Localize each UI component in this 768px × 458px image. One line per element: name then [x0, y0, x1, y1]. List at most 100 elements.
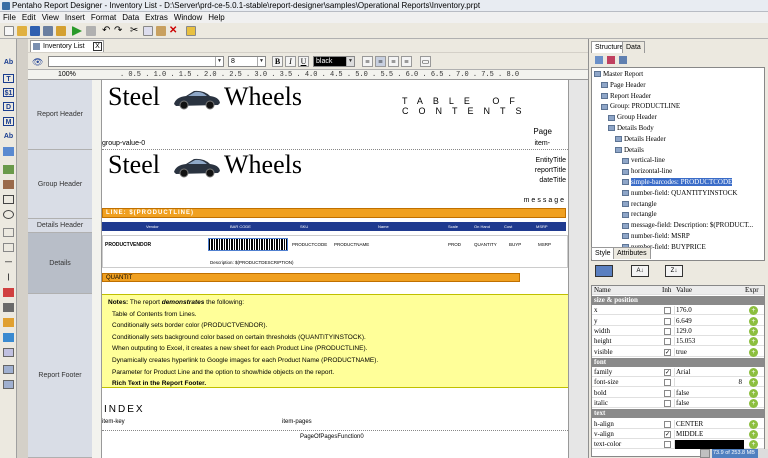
tree-node[interactable]: number-field: QUANTITYINSTOCK [622, 189, 737, 198]
menu-format[interactable]: Format [88, 12, 119, 23]
expression-plus-icon[interactable]: + [749, 388, 758, 398]
tree-node[interactable]: horizontal-line [622, 167, 672, 176]
canvas-scroll-area[interactable] [568, 80, 588, 458]
subreport-tool-icon[interactable] [3, 348, 14, 357]
tab-data[interactable]: Data [622, 41, 645, 53]
image-tool-icon[interactable] [3, 165, 14, 174]
table-of-contents-tool-icon[interactable] [3, 365, 14, 374]
expression-plus-icon[interactable]: + [749, 306, 758, 316]
inherit-checkbox[interactable] [664, 389, 671, 397]
inherit-checkbox[interactable] [664, 327, 671, 335]
resource-label-tool-icon[interactable]: Ab [3, 132, 14, 141]
message-field-tool-icon[interactable]: M [3, 117, 14, 126]
band-details-header[interactable]: Details Header [28, 219, 92, 233]
tree-node[interactable]: vertical-line [622, 156, 665, 165]
sort-za-icon[interactable]: Z↓ [665, 265, 683, 277]
inherit-checkbox[interactable] [664, 338, 671, 346]
menu-view[interactable]: View [39, 12, 62, 23]
prop-value[interactable]: false [674, 388, 744, 398]
memory-indicator[interactable]: 73.9 of 253.8 MB [712, 449, 758, 458]
tree-node[interactable]: Details Header [615, 135, 666, 144]
sort-default-icon[interactable] [595, 265, 613, 277]
preview-icon[interactable] [86, 26, 96, 36]
horizontal-line-tool-icon[interactable]: — [3, 258, 14, 267]
expression-plus-icon[interactable]: + [749, 316, 758, 326]
align-right-icon[interactable]: ≡ [388, 56, 399, 67]
delete-icon[interactable]: ✕ [169, 26, 179, 36]
tree-node[interactable]: message-field: Description: $(PRODUCT... [622, 221, 753, 230]
cut-icon[interactable]: ✂ [130, 26, 140, 36]
inherit-checkbox[interactable] [664, 379, 671, 387]
document-tab[interactable]: Inventory List X [30, 40, 104, 52]
menu-window[interactable]: Window [171, 12, 205, 23]
tree-node[interactable]: Page Header [601, 81, 646, 90]
props-section[interactable]: size & position [592, 296, 764, 305]
prop-value[interactable]: Arial [674, 368, 744, 378]
expression-plus-icon[interactable]: + [749, 440, 758, 450]
tab-attributes[interactable]: Attributes [613, 247, 651, 259]
image-field-tool-icon[interactable] [3, 180, 14, 189]
prop-value[interactable]: 6.649 [674, 316, 744, 326]
tree-node[interactable]: Group Header [608, 113, 657, 122]
props-row[interactable]: italic false + [592, 399, 764, 408]
filter-icon[interactable] [607, 56, 615, 64]
new-report-icon[interactable] [4, 26, 14, 36]
prop-value[interactable]: true [674, 347, 744, 357]
align-left-icon[interactable]: ≡ [362, 56, 373, 67]
inherit-checkbox[interactable] [664, 317, 671, 325]
prop-value[interactable]: 15.053 [674, 337, 744, 347]
survey-scale-tool-icon[interactable] [3, 333, 14, 342]
menu-extras[interactable]: Extras [142, 12, 171, 23]
props-row[interactable]: width 129.0 + [592, 326, 764, 336]
bold-button[interactable]: B [272, 56, 283, 67]
props-row[interactable]: v-align ✓ MIDDLE + [592, 429, 764, 439]
gc-trash-icon[interactable] [700, 449, 710, 458]
inherit-checkbox[interactable] [664, 441, 671, 449]
inherit-checkbox[interactable] [664, 400, 671, 407]
prop-value[interactable]: CENTER [674, 419, 744, 429]
tree-node[interactable]: Details Body [608, 124, 654, 133]
expression-plus-icon[interactable]: + [749, 337, 758, 347]
eye-icon[interactable]: 👁 [32, 57, 43, 68]
menu-data[interactable]: Data [119, 12, 142, 23]
props-section[interactable]: text [592, 409, 764, 419]
text-color-select[interactable]: black ▼ [313, 56, 355, 67]
tree-node[interactable]: Details [615, 146, 644, 155]
prop-value[interactable]: 129.0 [674, 326, 744, 336]
tree-node[interactable]: number-field: MSRP [622, 232, 690, 241]
props-row[interactable]: y 6.649 + [592, 316, 764, 326]
format-painter-icon[interactable] [186, 26, 196, 36]
copy-icon[interactable] [143, 26, 153, 36]
menu-insert[interactable]: Insert [62, 12, 88, 23]
structure-tree[interactable]: Master Report Page Header Report Header Gro… [591, 67, 765, 261]
props-row[interactable]: family ✓ Arial + [592, 368, 764, 378]
font-size-select[interactable]: 8 ▼ [228, 56, 266, 67]
tab-style[interactable]: Style [591, 247, 615, 259]
report-canvas[interactable]: Steel Wheels TABLE OF CONTENTS Page item… [102, 80, 568, 458]
band-report-header[interactable]: Report Header [28, 80, 92, 150]
open-folder-icon[interactable] [17, 26, 27, 36]
band-group-header[interactable]: Group Header [28, 150, 92, 219]
expression-plus-icon[interactable]: + [749, 347, 758, 357]
inherit-checkbox[interactable] [664, 420, 671, 428]
tree-node[interactable]: rectangle [622, 210, 657, 219]
resource-field-tool-icon[interactable] [3, 147, 14, 156]
props-row[interactable]: height 15.053 + [592, 337, 764, 347]
props-row[interactable]: visible ✓ true + [592, 347, 764, 357]
menu-edit[interactable]: Edit [19, 12, 39, 23]
tree-node[interactable]: simple-barcodes: PRODUCTCODE [622, 178, 733, 187]
rectangle-tool-icon[interactable] [3, 195, 14, 204]
tree-node[interactable]: rectangle [622, 200, 657, 209]
ellipse-tool-icon[interactable] [3, 210, 14, 219]
redo-icon[interactable]: ↷ [114, 26, 124, 36]
style-properties-table[interactable]: Name Inh Value Expr size & position x 176.… [591, 285, 765, 457]
expression-plus-icon[interactable]: + [749, 399, 758, 408]
tree-node[interactable]: Report Header [601, 92, 651, 101]
font-family-select[interactable]: ▼ [48, 56, 224, 67]
sparkline-tool-icon[interactable] [3, 318, 14, 327]
run-icon[interactable] [72, 26, 82, 36]
date-field-tool-icon[interactable]: D [3, 102, 14, 111]
expand-icon[interactable] [619, 56, 627, 64]
text-field-tool-icon[interactable]: T [3, 74, 14, 83]
number-field-tool-icon[interactable]: $1 [3, 88, 14, 97]
